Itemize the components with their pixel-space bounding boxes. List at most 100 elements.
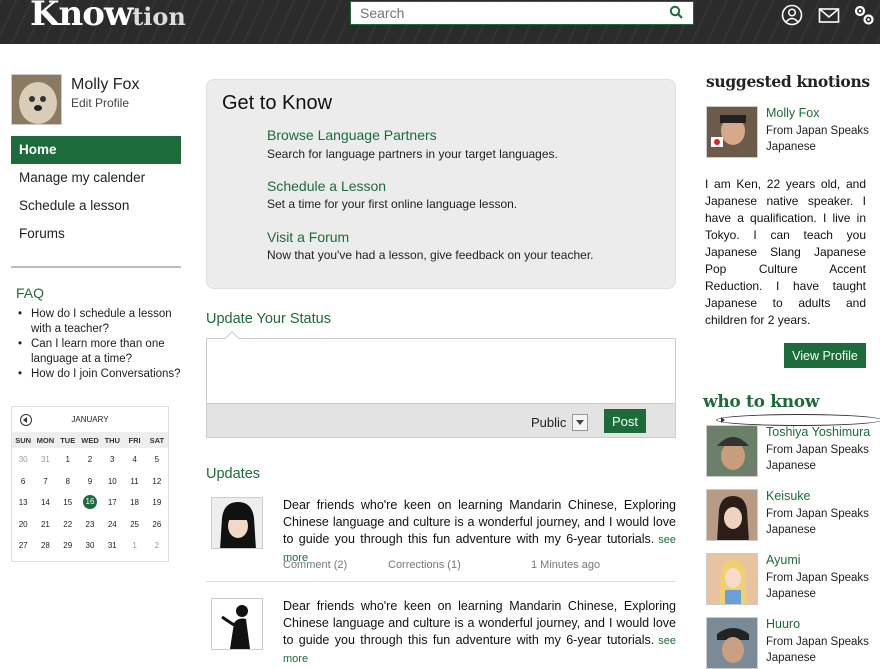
person-name[interactable]: Huuro [766, 617, 800, 631]
post-avatar[interactable] [211, 598, 263, 650]
person-from: From Japan Speaks Japanese [766, 125, 869, 153]
sidebar-item-schedule-lesson[interactable]: Schedule a lesson [11, 192, 181, 220]
sidebar-item-home[interactable]: Home [11, 136, 181, 164]
calendar-day[interactable]: 1 [57, 452, 79, 474]
status-input[interactable] [207, 339, 675, 403]
calendar-day[interactable]: 29 [57, 538, 79, 560]
calendar-day[interactable]: 14 [34, 495, 56, 517]
calendar-day[interactable]: 1 [123, 538, 145, 560]
settings-icon[interactable] [853, 4, 875, 26]
calendar-day[interactable]: 19 [146, 495, 168, 517]
sidebar-nav: Home Manage my calender Schedule a lesso… [11, 136, 181, 248]
person-photo[interactable] [706, 553, 758, 605]
visibility-dropdown[interactable] [572, 414, 588, 431]
post-body: Dear friends who're keen on learning Man… [283, 498, 676, 546]
calendar-day[interactable]: 3 [101, 452, 123, 474]
calendar-month: JANUARY [71, 415, 109, 424]
divider [11, 266, 181, 268]
who-to-know-person: Huuro From Japan Speaks Japanese [706, 617, 872, 669]
calendar-day[interactable]: 24 [101, 517, 123, 539]
get-to-know-panel: Get to Know Browse Language Partners Sea… [206, 79, 676, 289]
person-photo[interactable] [706, 617, 758, 669]
profile-name[interactable]: Molly Fox [71, 76, 139, 94]
search-box [350, 1, 694, 25]
post-divider [206, 581, 676, 582]
calendar-day[interactable]: 25 [123, 517, 145, 539]
calendar-day[interactable]: 30 [12, 452, 34, 474]
visit-a-forum-desc: Now that you've had a lesson, give feedb… [267, 248, 594, 262]
calendar-day[interactable]: 26 [146, 517, 168, 539]
sidebar-item-manage-calendar[interactable]: Manage my calender [11, 164, 181, 192]
calendar-day[interactable]: 31 [34, 452, 56, 474]
comment-link[interactable]: Comment (2) [283, 559, 347, 571]
calendar-day[interactable]: 10 [101, 474, 123, 496]
calendar-day[interactable]: 6 [12, 474, 34, 496]
browse-language-partners-link[interactable]: Browse Language Partners [267, 127, 437, 143]
calendar-widget: JANUARY SUN MON TUE WED THU FRI SAT 30 31 1 2 3 4 5 6… [11, 406, 880, 562]
faq-item[interactable]: How do I schedule a lesson with a teache… [18, 307, 183, 337]
suggested-bio: I am Ken, 22 years old, and Japanese nat… [705, 177, 866, 327]
person-photo[interactable] [706, 425, 758, 477]
calendar-day[interactable]: 22 [57, 517, 79, 539]
corrections-link[interactable]: Corrections (1) [388, 559, 461, 571]
calendar-day[interactable]: 31 [101, 538, 123, 560]
calendar-day[interactable]: 20 [12, 517, 34, 539]
post-avatar[interactable] [211, 497, 263, 549]
person-name[interactable]: Molly Fox [766, 106, 819, 120]
calendar-day[interactable]: 21 [34, 517, 56, 539]
calendar-day[interactable]: 11 [123, 474, 145, 496]
status-toolbar: Public Post [207, 403, 675, 437]
faq-item[interactable]: Can I learn more than one language at a … [18, 337, 183, 367]
suggested-person: Molly Fox From Japan Speaks Japanese [706, 106, 872, 158]
person-photo[interactable] [706, 489, 758, 541]
calendar-day[interactable]: 30 [79, 538, 101, 560]
calendar-day[interactable]: 13 [12, 495, 34, 517]
sidebar-item-forums[interactable]: Forums [11, 220, 181, 248]
profile-icon[interactable] [781, 4, 803, 26]
calendar-day[interactable]: 18 [123, 495, 145, 517]
post-button[interactable]: Post [604, 409, 646, 433]
post-timestamp: 1 Minutes ago [531, 559, 601, 571]
calendar-day[interactable]: 5 [146, 452, 168, 474]
calendar-day[interactable]: 8 [57, 474, 79, 496]
calendar-day[interactable]: 2 [146, 538, 168, 560]
avatar[interactable] [11, 74, 62, 125]
calendar-day[interactable]: 27 [12, 538, 34, 560]
who-to-know-title: who to know [703, 392, 820, 412]
calendar-day[interactable]: 2 [79, 452, 101, 474]
calendar-day[interactable]: 9 [79, 474, 101, 496]
logo-text-tion: tion [132, 2, 186, 31]
calendar-day[interactable]: 23 [79, 517, 101, 539]
calendar-weekday: MON [36, 435, 55, 445]
person-name[interactable]: Ayumi [766, 553, 801, 567]
person-from: From Japan Speaks Japanese [766, 444, 869, 472]
view-profile-button[interactable]: View Profile [784, 343, 866, 368]
knowtion-logo[interactable]: Knowtion [30, 0, 186, 34]
person-name[interactable]: Toshiya Yoshimura [766, 425, 870, 439]
visit-a-forum-link[interactable]: Visit a Forum [267, 229, 349, 245]
calendar-day[interactable]: 12 [146, 474, 168, 496]
search-icon[interactable] [669, 4, 683, 22]
who-to-know-person: Toshiya Yoshimura From Japan Speaks Japa… [706, 425, 872, 477]
calendar-day[interactable]: 16 [82, 495, 97, 509]
person-photo[interactable] [706, 106, 758, 158]
calendar-day[interactable]: 17 [101, 495, 123, 517]
mail-icon[interactable] [818, 4, 840, 26]
get-to-know-title: Get to Know [222, 92, 333, 114]
post-text: Dear friends who're keen on learning Man… [283, 598, 676, 668]
schedule-a-lesson-link[interactable]: Schedule a Lesson [267, 178, 386, 194]
person-from: From Japan Speaks Japanese [766, 508, 869, 536]
calendar-day[interactable]: 7 [34, 474, 56, 496]
update-status-title: Update Your Status [206, 311, 331, 327]
calendar-day[interactable]: 4 [123, 452, 145, 474]
person-name[interactable]: Keisuke [766, 489, 810, 503]
calendar-weekday: SUN [15, 435, 32, 445]
edit-profile-link[interactable]: Edit Profile [71, 96, 129, 110]
calendar-day[interactable]: 15 [57, 495, 79, 517]
faq-item[interactable]: How do I join Conversations? [18, 367, 183, 382]
updates-title: Updates [206, 466, 261, 482]
calendar-day[interactable]: 28 [34, 538, 56, 560]
top-bar: Knowtion [0, 0, 880, 44]
search-input[interactable] [351, 2, 651, 24]
who-to-know-person: Keisuke From Japan Speaks Japanese [706, 489, 872, 541]
